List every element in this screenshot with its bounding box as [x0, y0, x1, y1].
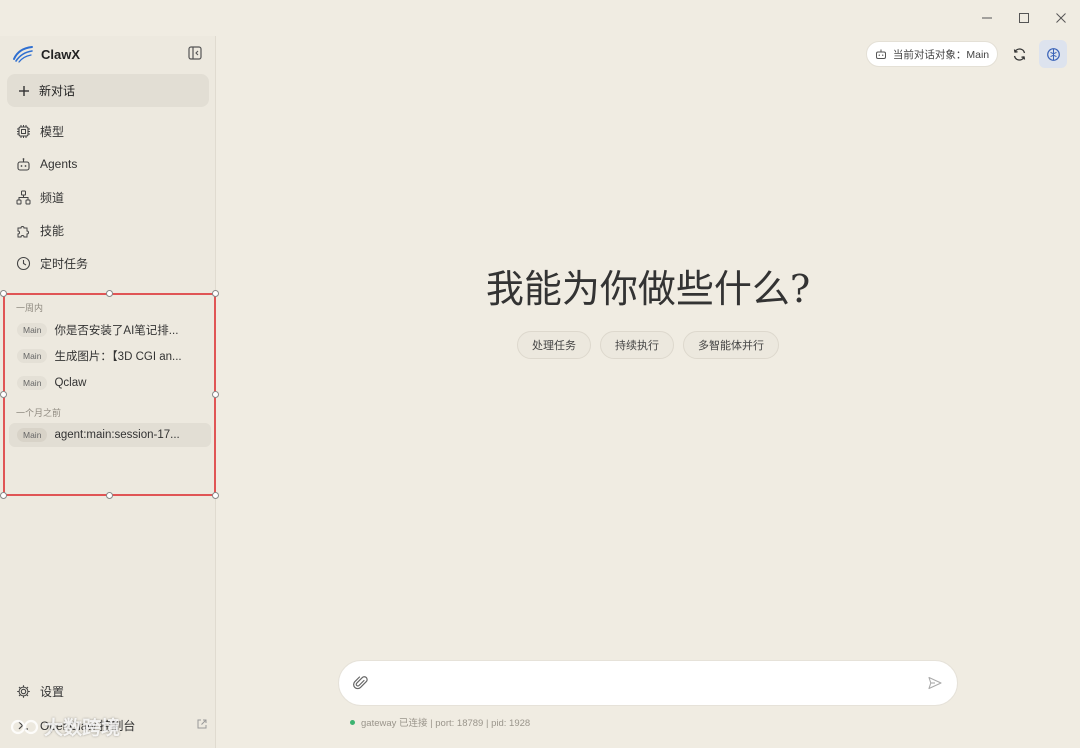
- suggestion-chip-tasks[interactable]: 处理任务: [517, 331, 591, 359]
- resize-handle[interactable]: [0, 290, 7, 297]
- resize-handle[interactable]: [0, 391, 7, 398]
- history-group-label: 一个月之前: [16, 408, 62, 418]
- message-input[interactable]: [383, 671, 903, 697]
- brain-icon: [1046, 47, 1060, 61]
- new-chat-button[interactable]: 新对话: [7, 74, 209, 107]
- collapse-sidebar-button[interactable]: [187, 45, 203, 61]
- suggestion-chip-continuous[interactable]: 持续执行: [600, 331, 674, 359]
- brand: ClawX: [12, 44, 80, 64]
- plus-icon: [19, 85, 29, 96]
- gateway-status: gateway 已连接 | port: 18789 | pid: 1928: [350, 715, 530, 729]
- refresh-button[interactable]: [1005, 40, 1033, 68]
- resize-handle[interactable]: [106, 290, 113, 297]
- agent-badge: Main: [17, 349, 48, 363]
- brain-mode-button[interactable]: [1039, 40, 1067, 68]
- nav-label-scheduled-tasks: 定时任务: [40, 256, 89, 271]
- settings-button[interactable]: 设置: [7, 677, 209, 705]
- session-item-active[interactable]: Main agent:main:session-17...: [9, 423, 211, 447]
- session-title: 生成图片：【3D CGI an...: [54, 351, 182, 363]
- agent-badge: Main: [17, 376, 48, 390]
- session-item[interactable]: Main 你是否安装了AI笔记排...: [9, 318, 211, 342]
- refresh-icon: [1013, 47, 1025, 61]
- current-agent-label: 当前对话对象：Main: [892, 48, 990, 61]
- maximize-icon: [1019, 13, 1029, 23]
- send-icon: [928, 676, 942, 690]
- title-bar: [0, 0, 1080, 36]
- watermark-logo-icon: [10, 719, 39, 734]
- session-title: agent:main:session-17...: [54, 429, 180, 441]
- attach-button[interactable]: [353, 675, 369, 696]
- external-link-icon: [197, 719, 207, 729]
- minimize-button[interactable]: [971, 6, 1003, 30]
- nav-label-channels: 频道: [40, 190, 65, 205]
- message-composer: [338, 660, 958, 706]
- nav-item-channels[interactable]: 频道: [7, 182, 209, 212]
- status-dot: [350, 719, 355, 725]
- hero-title: 我能为你做些什么?: [485, 267, 811, 311]
- minimize-icon: [982, 17, 992, 19]
- session-history: 一周内 Main 你是否安装了AI笔记排... Main 生成图片：【3D CG…: [0, 290, 219, 499]
- chip-icon: [15, 123, 31, 139]
- resize-handle[interactable]: [106, 492, 113, 499]
- maximize-button[interactable]: [1008, 6, 1040, 30]
- resize-handle[interactable]: [0, 492, 7, 499]
- agent-badge: Main: [17, 323, 48, 337]
- session-title: Qclaw: [54, 377, 87, 389]
- sidebar: ClawX 新对话 模型 Agents 频道 技能 定时任务 一周内 Main …: [0, 36, 219, 748]
- nav-item-skills[interactable]: 技能: [7, 215, 209, 245]
- paperclip-icon: [353, 676, 368, 690]
- nav-label-skills: 技能: [40, 223, 65, 238]
- suggestion-chip-multi-agent[interactable]: 多智能体并行: [683, 331, 779, 359]
- suggestion-chips: 处理任务 持续执行 多智能体并行: [216, 331, 1080, 359]
- history-group-label: 一周内: [16, 303, 44, 313]
- gateway-status-text: gateway 已连接 | port: 18789 | pid: 1928: [361, 718, 531, 729]
- nav-item-scheduled-tasks[interactable]: 定时任务: [7, 248, 209, 278]
- bot-icon: [875, 49, 886, 59]
- session-item[interactable]: Main Qclaw: [9, 371, 211, 395]
- network-icon: [15, 189, 31, 205]
- app-name: ClawX: [41, 46, 81, 62]
- nav-item-models[interactable]: 模型: [7, 116, 209, 146]
- new-chat-label: 新对话: [39, 84, 76, 98]
- gear-icon: [15, 683, 31, 699]
- close-button[interactable]: [1045, 6, 1077, 30]
- current-agent-selector[interactable]: 当前对话对象：Main: [866, 41, 998, 67]
- nav-label-agents: Agents: [40, 157, 78, 171]
- close-icon: [1056, 13, 1066, 23]
- nav-item-agents[interactable]: Agents: [7, 149, 209, 179]
- resize-handle[interactable]: [212, 492, 219, 499]
- puzzle-icon: [15, 222, 31, 238]
- resize-handle[interactable]: [212, 391, 219, 398]
- clock-icon: [15, 255, 31, 271]
- settings-label: 设置: [40, 684, 65, 699]
- agent-badge: Main: [17, 428, 48, 442]
- sidebar-toggle-icon: [188, 46, 202, 60]
- nav-label-models: 模型: [40, 124, 65, 139]
- session-title: 你是否安装了AI笔记排...: [54, 325, 179, 337]
- claw-logo-icon: [13, 46, 33, 63]
- send-button[interactable]: [927, 675, 943, 696]
- bot-icon: [15, 156, 31, 172]
- watermark-text: 大数跨境: [44, 718, 121, 739]
- watermark: 大数跨境: [10, 713, 120, 740]
- session-item[interactable]: Main 生成图片：【3D CGI an...: [9, 344, 211, 368]
